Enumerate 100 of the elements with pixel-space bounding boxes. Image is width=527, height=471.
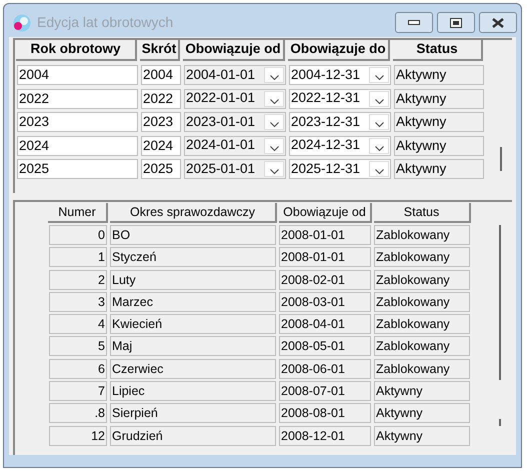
period-cell: Styczeń xyxy=(110,247,276,268)
status-cell: Aktywny xyxy=(394,159,484,179)
status-cell: Zablokowany xyxy=(374,336,470,356)
column-header[interactable]: Skrót xyxy=(140,40,180,61)
chevron-down-icon xyxy=(270,75,278,80)
dropdown-button[interactable] xyxy=(264,90,284,106)
chevron-down-icon xyxy=(270,98,278,104)
status-cell: Zablokowany xyxy=(374,247,470,268)
column-header[interactable]: Rok obrotowy xyxy=(16,40,137,61)
period-cell: Maj xyxy=(110,336,276,356)
column-header[interactable]: Obowiązuje od xyxy=(279,203,372,223)
date-cell: 2008-08-01 xyxy=(279,403,371,424)
date-value: 2025-01-01 xyxy=(186,160,256,178)
status-cell: Zablokowany xyxy=(374,314,470,334)
period-cell: Lipiec xyxy=(110,381,276,402)
date-combo[interactable]: 2025-12-31 xyxy=(289,159,391,179)
date-combo[interactable]: 2022-12-31 xyxy=(289,88,391,108)
status-cell: Aktywny xyxy=(374,403,470,424)
column-header[interactable]: Numer xyxy=(48,203,108,223)
dropdown-button[interactable] xyxy=(369,67,389,83)
date-value: 2024-12-31 xyxy=(291,136,360,154)
status-cell: Zablokowany xyxy=(374,225,470,245)
scrollbar-thumb[interactable] xyxy=(499,225,501,380)
date-value: 2025-12-31 xyxy=(291,160,360,178)
date-cell: 2008-07-01 xyxy=(279,381,371,402)
column-header[interactable]: Obowiązuje do xyxy=(288,40,390,61)
status-cell: Aktywny xyxy=(394,112,484,132)
period-cell: Sierpień xyxy=(110,403,276,424)
short-field[interactable]: 2025 xyxy=(141,159,181,179)
date-combo[interactable]: 2004-12-31 xyxy=(289,65,391,85)
date-combo[interactable]: 2022-01-01 xyxy=(184,88,286,108)
short-field[interactable]: 2024 xyxy=(141,136,181,156)
chevron-down-icon xyxy=(270,146,278,150)
chevron-down-icon xyxy=(270,169,278,174)
dropdown-button[interactable] xyxy=(264,138,284,154)
dropdown-button[interactable] xyxy=(369,161,389,177)
date-value: 2022-12-31 xyxy=(291,89,360,108)
date-cell: 2008-04-01 xyxy=(279,314,371,334)
year-field[interactable]: 2023 xyxy=(17,112,138,132)
dropdown-button[interactable] xyxy=(264,114,284,130)
column-header[interactable]: Obowiązuje od xyxy=(183,40,285,61)
date-cell: 2008-06-01 xyxy=(279,358,371,379)
date-value: 2004-12-31 xyxy=(291,66,360,84)
period-cell: BO xyxy=(110,225,276,245)
status-cell: Aktywny xyxy=(394,136,484,156)
column-header[interactable]: Okres sprawozdawczy xyxy=(110,203,277,223)
scrollbar-thumb[interactable] xyxy=(500,147,502,171)
year-field[interactable]: 2024 xyxy=(17,136,138,156)
date-value: 2022-01-01 xyxy=(186,89,256,108)
date-value: 2023-12-31 xyxy=(291,112,360,131)
maximize-button[interactable] xyxy=(437,12,475,33)
period-cell: Grudzień xyxy=(110,426,276,446)
number-cell: .8 xyxy=(49,403,107,424)
year-field[interactable]: 2022 xyxy=(17,88,138,108)
column-header[interactable]: Status xyxy=(393,40,483,61)
period-cell: Luty xyxy=(110,270,276,290)
dropdown-button[interactable] xyxy=(369,114,389,130)
date-combo[interactable]: 2023-12-31 xyxy=(289,112,391,132)
chevron-down-icon xyxy=(270,122,278,127)
close-button[interactable] xyxy=(479,12,517,33)
status-cell: Zablokowany xyxy=(374,358,470,379)
year-field[interactable]: 2025 xyxy=(17,159,138,179)
chevron-down-icon xyxy=(374,169,384,174)
minimize-button[interactable] xyxy=(395,12,433,33)
year-field[interactable]: 2004 xyxy=(17,65,138,85)
number-cell: 1 xyxy=(49,247,107,268)
date-combo[interactable]: 2004-01-01 xyxy=(184,65,286,85)
date-cell: 2008-01-01 xyxy=(279,247,371,268)
dropdown-button[interactable] xyxy=(369,138,389,154)
dropdown-button[interactable] xyxy=(264,67,284,83)
chevron-down-icon xyxy=(374,98,384,104)
column-header[interactable]: Status xyxy=(374,203,471,223)
number-cell: 0 xyxy=(49,225,107,245)
maximize-icon xyxy=(450,18,462,28)
chevron-down-icon xyxy=(374,122,384,127)
dropdown-button[interactable] xyxy=(369,90,389,106)
short-field[interactable]: 2004 xyxy=(141,65,181,85)
scrollbar-end xyxy=(499,419,501,426)
date-cell: 2008-12-01 xyxy=(279,426,371,446)
date-combo[interactable]: 2025-01-01 xyxy=(184,159,286,179)
status-cell: Aktywny xyxy=(374,381,470,402)
status-cell: Aktywny xyxy=(374,426,470,446)
number-cell: 7 xyxy=(49,381,107,402)
date-combo[interactable]: 2024-01-01 xyxy=(184,136,286,156)
period-cell: Marzec xyxy=(110,292,276,312)
number-cell: 12 xyxy=(49,426,107,446)
date-combo[interactable]: 2023-01-01 xyxy=(184,112,286,132)
date-cell: 2008-03-01 xyxy=(279,292,371,312)
status-cell: Zablokowany xyxy=(374,292,470,312)
minimize-icon xyxy=(408,20,420,25)
date-combo[interactable]: 2024-12-31 xyxy=(289,136,391,156)
number-cell: 4 xyxy=(49,314,107,334)
dropdown-button[interactable] xyxy=(264,161,284,177)
short-field[interactable]: 2022 xyxy=(141,88,181,108)
status-cell: Aktywny xyxy=(394,88,484,108)
date-value: 2024-01-01 xyxy=(186,136,256,154)
app-logo-icon xyxy=(13,14,31,32)
short-field[interactable]: 2023 xyxy=(141,112,181,132)
number-cell: 2 xyxy=(49,270,107,290)
status-cell: Zablokowany xyxy=(374,270,470,290)
